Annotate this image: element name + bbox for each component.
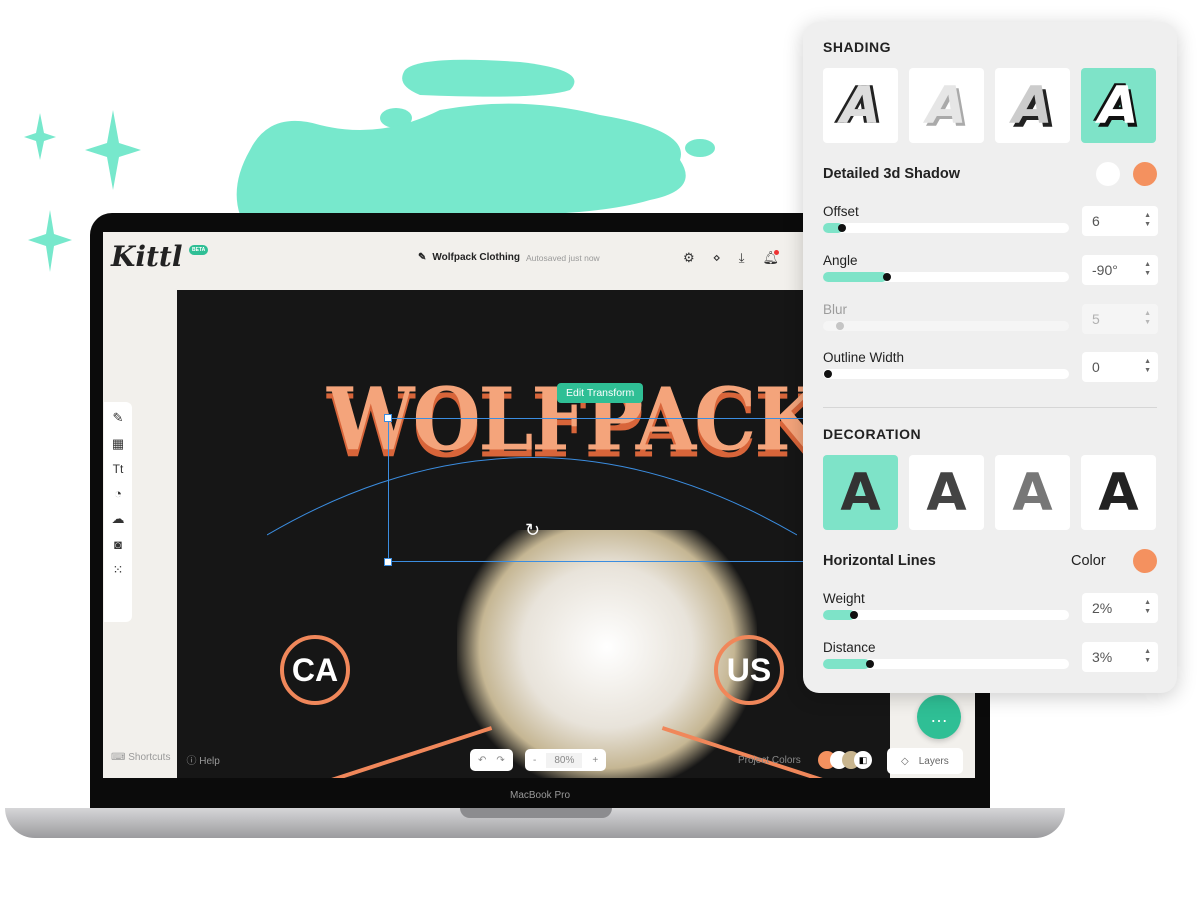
resize-handle[interactable] <box>384 414 392 422</box>
history-controls: ↶ ↷ <box>470 749 513 771</box>
badge-us: US <box>714 635 784 705</box>
redo-button[interactable]: ↷ <box>496 755 504 766</box>
decoration-options: A A A A <box>823 455 1156 530</box>
weight-input[interactable]: 2% ▲ ▼ <box>1082 593 1158 623</box>
slider-offset: Offset 6 ▲ ▼ <box>823 204 1163 236</box>
device-label: MacBook Pro <box>509 790 571 801</box>
layers-label: Layers <box>918 755 949 767</box>
shadow-label: Detailed 3d Shadow <box>823 166 960 182</box>
distance-slider[interactable] <box>823 659 1069 669</box>
lines-color-swatch[interactable] <box>1133 549 1157 573</box>
shortcuts-link[interactable]: ⌨ Shortcuts <box>111 752 170 767</box>
shadow-color-1[interactable] <box>1096 162 1120 186</box>
laptop-notch <box>460 808 612 818</box>
wolf-illustration <box>457 530 757 778</box>
bottom-left-links: ⌨ Shortcuts ⓘ Help <box>111 752 220 767</box>
offset-slider[interactable] <box>823 223 1069 233</box>
offset-input[interactable]: 6 ▲ ▼ <box>1082 206 1158 236</box>
lines-label: Horizontal Lines <box>823 553 936 569</box>
shading-option[interactable]: A <box>909 68 984 143</box>
color-label: Color <box>1071 553 1106 569</box>
blur-input: 5 ▲ ▼ <box>1082 304 1158 334</box>
angle-input[interactable]: -90° ▲ ▼ <box>1082 255 1158 285</box>
decoration-option[interactable]: A <box>1081 455 1156 530</box>
zoom-controls: - 80% + <box>525 749 607 771</box>
pattern-icon[interactable]: ⁙ <box>113 562 124 578</box>
zoom-out-button[interactable]: - <box>533 755 536 766</box>
badge-ca: CA <box>280 635 350 705</box>
layers-button[interactable]: ◇ Layers <box>887 748 963 774</box>
help-label: Help <box>199 756 220 767</box>
shading-option[interactable]: A <box>995 68 1070 143</box>
slider-outline-width: Outline Width 0 ▲ ▼ <box>823 350 1163 382</box>
beta-badge: BETA <box>189 245 209 255</box>
kittl-logo[interactable]: Kittl <box>111 240 182 273</box>
shading-options: A A A A <box>823 68 1156 143</box>
notification-bell-icon[interactable]: 🔔︎ <box>763 250 780 266</box>
shading-heading: SHADING <box>823 39 892 55</box>
download-icon[interactable]: ⤓ <box>739 250 745 266</box>
shortcuts-label: Shortcuts <box>128 752 171 763</box>
divider <box>823 407 1157 408</box>
outline-width-slider[interactable] <box>823 369 1069 379</box>
settings-icon[interactable]: ⚙ <box>683 250 695 266</box>
angle-slider[interactable] <box>823 272 1069 282</box>
outline-width-input[interactable]: 0 ▲ ▼ <box>1082 352 1158 382</box>
zoom-in-button[interactable]: + <box>592 755 598 766</box>
zoom-level[interactable]: 80% <box>546 752 583 768</box>
camera-icon[interactable]: ◙ <box>114 537 122 552</box>
help-link[interactable]: ⓘ Help <box>186 752 219 767</box>
upload-icon[interactable]: ☁ <box>112 511 125 527</box>
distance-input[interactable]: 3% ▲ ▼ <box>1082 642 1158 672</box>
undo-button[interactable]: ↶ <box>478 755 486 766</box>
slider-angle: Angle -90° ▲ ▼ <box>823 253 1163 285</box>
decoration-heading: DECORATION <box>823 426 922 442</box>
resize-handle[interactable] <box>384 558 392 566</box>
chat-button[interactable]: … <box>917 695 961 739</box>
text-effects-panel: SHADING A A A A Detailed 3d Shadow Offse… <box>803 22 1177 693</box>
project-colors-label: Project Colors <box>738 755 801 766</box>
autosave-status: Autosaved just now <box>525 252 600 263</box>
slider-blur: Blur 5 ▲ ▼ <box>823 302 1163 334</box>
share-icon[interactable]: ⋄ <box>713 250 721 266</box>
document-title[interactable]: ✎ Wolfpack Clothing Autosaved just now <box>418 252 600 263</box>
edit-transform-button[interactable]: Edit Transform <box>557 383 644 403</box>
shading-option[interactable]: A <box>823 68 898 143</box>
decoration-option-selected[interactable]: A <box>823 455 898 530</box>
shading-option-selected[interactable]: A <box>1081 68 1156 143</box>
rotate-icon[interactable]: ↻ <box>525 520 540 541</box>
slider-distance: Distance 3% ▲ ▼ <box>823 640 1163 672</box>
text-icon[interactable]: Tt <box>113 462 124 476</box>
left-toolbar: ✎ ▦ Tt ◔ ☁ ◙ ⁙ <box>104 402 132 622</box>
document-name[interactable]: Wolfpack Clothing <box>432 252 520 263</box>
pencil-icon: ✎ <box>418 252 427 263</box>
layers-icon: ◇ <box>901 755 909 767</box>
shadow-color-2[interactable] <box>1133 162 1157 186</box>
project-color-swatches[interactable]: ◧ <box>818 751 872 769</box>
blur-slider <box>823 321 1069 331</box>
chat-icon: … <box>930 706 948 726</box>
decoration-option[interactable]: A <box>995 455 1070 530</box>
edit-icon[interactable]: ✎ <box>113 410 124 426</box>
header-actions: ⚙ ⋄ ⤓ 🔔︎ <box>683 250 780 266</box>
slider-weight: Weight 2% ▲ ▼ <box>823 591 1163 623</box>
decoration-option[interactable]: A <box>909 455 984 530</box>
templates-icon[interactable]: ▦ <box>112 436 124 452</box>
design-canvas[interactable]: WOLFPACK ↻ Edit Transform CA US <box>177 290 890 778</box>
shapes-icon[interactable]: ◔ <box>114 486 122 501</box>
palette-icon[interactable]: ◧ <box>854 751 872 769</box>
weight-slider[interactable] <box>823 610 1069 620</box>
